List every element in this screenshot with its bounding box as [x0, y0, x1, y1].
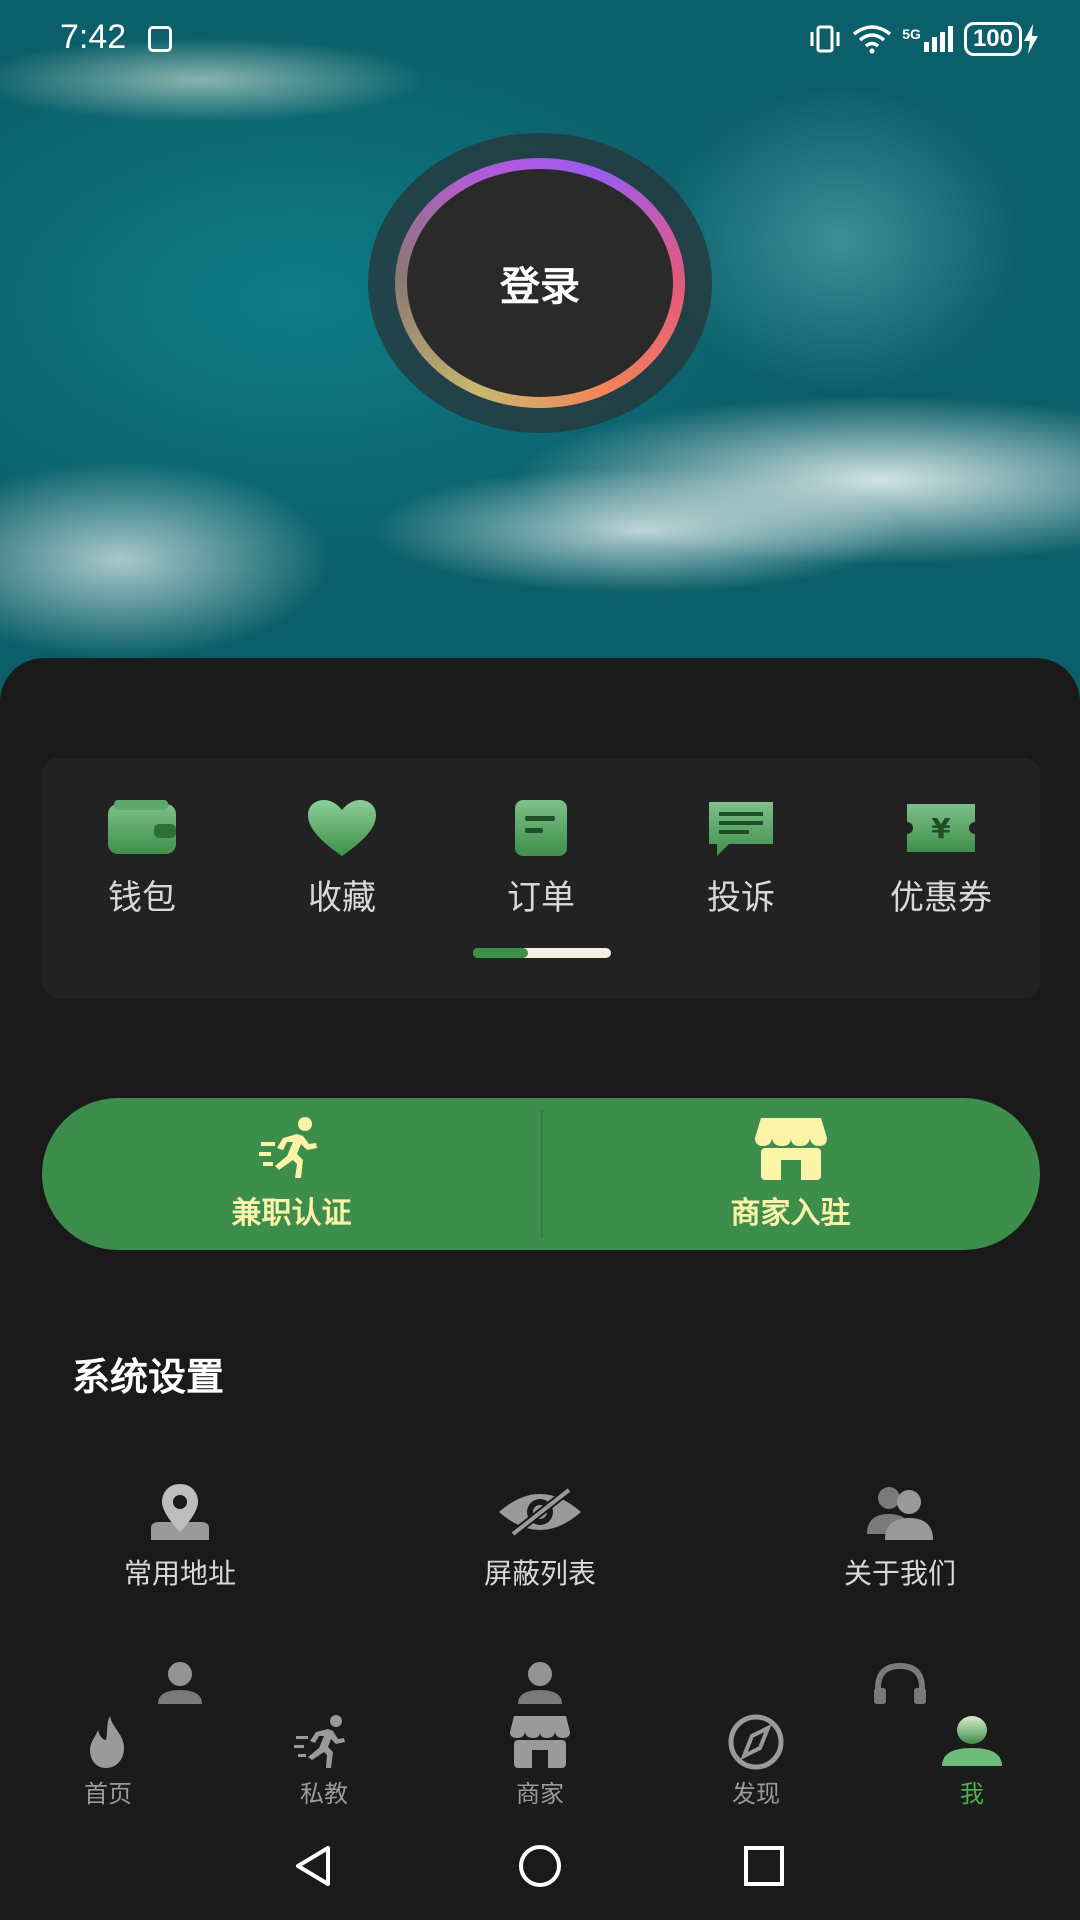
wifi-icon [853, 25, 892, 54]
quick-action-label: 订单 [507, 878, 575, 918]
settings-section-title: 系统设置 [72, 1355, 225, 1399]
tab-merchants[interactable]: 商家 [460, 1714, 620, 1809]
users-icon [867, 1487, 933, 1540]
store-icon [510, 1716, 570, 1768]
setting-about-us[interactable]: 关于我们 [770, 1482, 1030, 1592]
setting-label: 关于我们 [843, 1557, 956, 1590]
quick-action-label: 投诉 [707, 878, 775, 918]
charging-icon [1024, 24, 1038, 54]
tab-label: 私教 [300, 1780, 348, 1808]
signal-icon [923, 26, 953, 52]
person-icon [518, 1662, 562, 1704]
battery-level: 100 [963, 22, 1022, 56]
tab-label: 我 [960, 1780, 984, 1808]
status-time: 7:42 [60, 18, 127, 56]
scroll-indicator-fill [473, 948, 529, 958]
quick-action-orders[interactable]: 订单 [451, 798, 631, 919]
headset-icon [874, 1662, 926, 1704]
login-button-halo: 登录 [368, 133, 712, 433]
coupon-icon: ¥ [907, 804, 975, 852]
battery-icon: 100 [963, 22, 1040, 56]
status-icons: 5G 100 [808, 22, 1040, 56]
compass-icon [728, 1714, 784, 1770]
hero-background: 7:42 5G 100 登录 [0, 0, 1080, 700]
vibrate-icon [810, 25, 840, 53]
eye-off-icon [499, 1486, 581, 1538]
quick-action-coupons[interactable]: ¥ 优惠券 [851, 798, 1031, 919]
runner-icon [258, 1117, 317, 1178]
quick-action-label: 收藏 [308, 878, 376, 918]
setting-block-list[interactable]: 屏蔽列表 [410, 1482, 670, 1592]
system-navigation-bar [0, 1812, 1080, 1920]
quick-action-wallet[interactable]: 钱包 [52, 798, 232, 919]
bottom-tab-bar: 首页 私教 商家 发现 我 [0, 1704, 1080, 1810]
person-icon [158, 1662, 202, 1704]
settings-next-row [0, 1660, 1080, 1704]
setting-label: 常用地址 [123, 1557, 236, 1590]
tab-private-coach[interactable]: 私教 [244, 1714, 404, 1809]
merchant-join-label: 商家入驻 [730, 1196, 851, 1231]
recents-icon[interactable] [740, 1842, 788, 1890]
status-bar: 7:42 5G 100 [0, 0, 1080, 80]
tab-discover[interactable]: 发现 [676, 1714, 836, 1809]
home-circle-icon[interactable] [516, 1842, 564, 1890]
quick-actions-scroll-indicator [473, 948, 611, 958]
quick-actions-panel: 钱包 收藏 订单 投诉 ¥ 优惠券 [42, 758, 1040, 998]
order-icon [515, 800, 567, 856]
merchant-join-button[interactable]: 商家入驻 [541, 1098, 1040, 1250]
tab-me[interactable]: 我 [892, 1714, 1052, 1809]
part-time-verification-label: 兼职认证 [231, 1196, 352, 1231]
quick-action-favorites[interactable]: 收藏 [252, 798, 432, 919]
tab-label: 发现 [732, 1780, 780, 1808]
nfc-icon [148, 26, 172, 52]
login-button[interactable]: 登录 [407, 169, 673, 397]
svg-text:¥: ¥ [931, 812, 951, 845]
heart-icon [308, 800, 376, 856]
network-label: 5G [902, 26, 954, 52]
runner-icon [294, 1715, 345, 1768]
wallet-icon [108, 800, 176, 854]
location-icon [151, 1484, 209, 1540]
quick-action-complaints[interactable]: 投诉 [651, 798, 831, 919]
tab-label: 首页 [84, 1780, 132, 1808]
back-icon[interactable] [290, 1842, 338, 1890]
login-button-ring: 登录 [395, 158, 685, 408]
setting-label: 屏蔽列表 [483, 1557, 596, 1590]
fire-icon [90, 1716, 124, 1768]
tab-label: 商家 [516, 1780, 564, 1808]
promo-banner: 兼职认证 商家入驻 [42, 1098, 1040, 1250]
profile-icon [942, 1716, 1002, 1766]
quick-action-label: 优惠券 [890, 878, 992, 918]
quick-action-label: 钱包 [108, 878, 176, 918]
complaint-icon [709, 802, 773, 856]
tab-home[interactable]: 首页 [28, 1714, 188, 1809]
setting-frequent-address[interactable]: 常用地址 [50, 1482, 310, 1592]
store-icon [754, 1118, 827, 1180]
part-time-verification-button[interactable]: 兼职认证 [42, 1098, 541, 1250]
